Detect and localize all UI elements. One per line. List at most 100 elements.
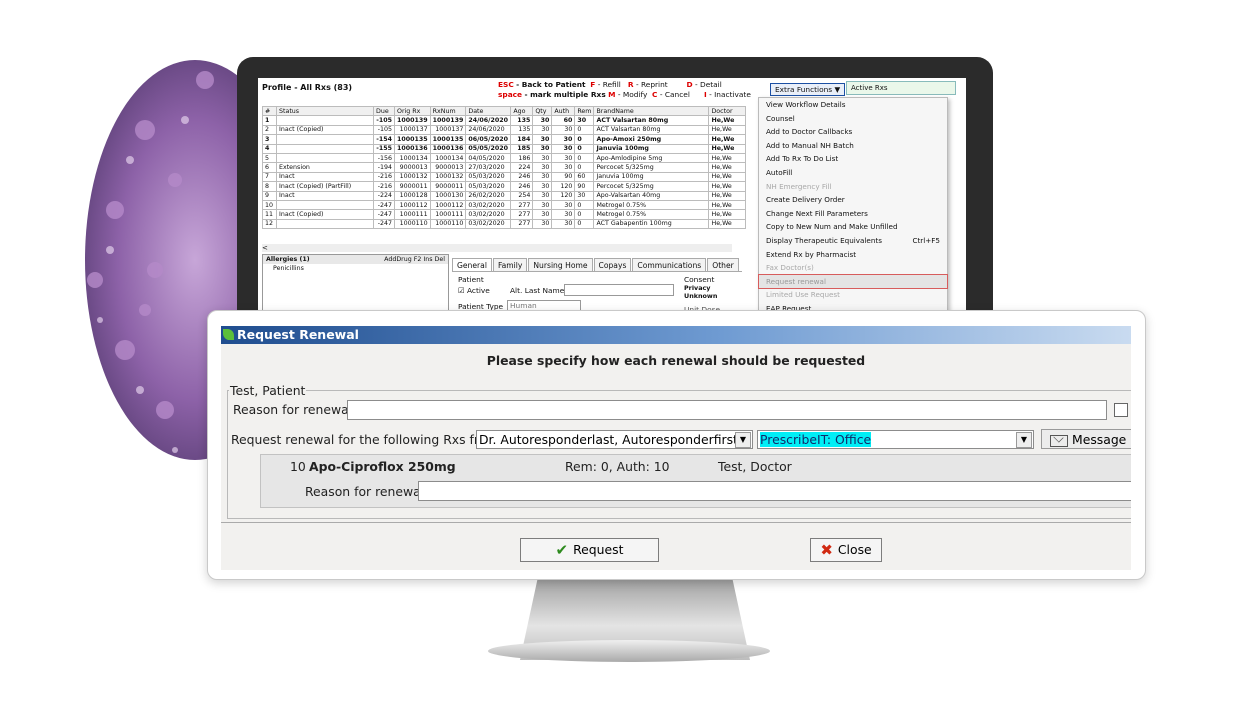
tab-general[interactable]: General <box>452 258 492 272</box>
table-cell: 26/02/2020 <box>465 190 512 201</box>
table-cell: 03/02/2020 <box>465 209 512 220</box>
menu-item[interactable]: Extend Rx by Pharmacist <box>759 248 947 262</box>
column-header[interactable]: Doctor <box>708 105 747 117</box>
reason-checkbox[interactable] <box>1114 403 1128 417</box>
table-cell: 1000132 <box>394 171 431 183</box>
menu-item-label: Extend Rx by Pharmacist <box>766 249 857 259</box>
tab-copays[interactable]: Copays <box>593 258 632 272</box>
table-cell: 0 <box>574 218 595 230</box>
table-row[interactable]: 6 Extension -194 9000013 9000013 27/03/2020 22… <box>262 162 747 173</box>
menu-item[interactable]: Change Next Fill Parameters <box>759 207 947 221</box>
table-cell: 30 <box>532 209 553 220</box>
table-cell: 30 <box>551 209 576 220</box>
active-checkbox[interactable]: ☑ Active <box>458 286 490 295</box>
table-cell: 185 <box>510 143 534 154</box>
tab-family[interactable]: Family <box>492 258 528 272</box>
column-header[interactable]: # <box>262 105 277 117</box>
table-row[interactable]: 7 Inact -216 1000132 1000132 05/03/2020 246 30 9… <box>262 171 747 183</box>
table-row[interactable]: 9 Inact -224 1000128 1000130 26/02/2020 254 30 1… <box>262 190 747 201</box>
table-row[interactable]: 10 -247 1000112 1000112 03/02/2020 277 30 30 0 Me… <box>262 199 747 211</box>
table-row[interactable]: 11 Inact (Copied) -247 1000111 1000111 03/02/… <box>262 209 747 220</box>
checkmark-icon: ✔ <box>555 541 569 559</box>
request-button[interactable]: ✔ Request <box>520 538 659 562</box>
column-header[interactable]: RxNum <box>429 105 467 117</box>
tab-nursing-home[interactable]: Nursing Home <box>528 258 593 272</box>
table-row[interactable]: 8 Inact (Copied) (PartFill) -216 9000011 900… <box>262 181 747 192</box>
rx-reason-input[interactable] <box>418 481 1131 501</box>
table-cell <box>276 115 374 126</box>
menu-item[interactable]: Display Therapeutic Equivalents Ctrl+F5 <box>759 234 947 248</box>
table-row[interactable]: 5 -156 1000134 1000134 04/05/2020 186 30 30 0 Apo… <box>262 152 747 164</box>
close-button[interactable]: ✖ Close <box>810 538 882 562</box>
table-row[interactable]: 4 -155 1000136 1000136 05/05/2020 185 30 30 0 Jan… <box>262 143 747 154</box>
table-cell: Percocet 5/325mg <box>593 181 710 192</box>
table-row[interactable]: 1 -105 1000139 1000139 24/06/2020 135 30 60 30 AC… <box>262 115 747 126</box>
menu-item[interactable]: Counsel <box>759 112 947 126</box>
table-cell: 135 <box>510 124 534 136</box>
message-button[interactable]: Message <box>1041 429 1131 449</box>
extra-functions-menu: View Workflow Details Counsel Add to Docto… <box>758 97 948 317</box>
table-cell: 1000111 <box>394 209 431 220</box>
column-header[interactable]: BrandName <box>593 105 710 117</box>
table-cell: 30 <box>551 134 576 145</box>
column-header[interactable]: Due <box>373 105 395 117</box>
column-header[interactable]: Status <box>276 105 374 117</box>
scroll-left-arrow[interactable]: < <box>262 244 268 252</box>
column-header[interactable]: Orig Rx <box>394 105 431 117</box>
table-cell: Januvia 100mg <box>593 143 710 154</box>
table-row[interactable]: 3 -154 1000135 1000135 06/05/2020 184 30 30 0 Apo… <box>262 134 747 145</box>
table-row[interactable]: 2 Inact (Copied) -105 1000137 1000137 24/06/2… <box>262 124 747 136</box>
table-cell: -156 <box>373 152 395 164</box>
table-cell: 0 <box>574 134 595 145</box>
menu-item-label: Create Delivery Order <box>766 195 845 205</box>
menu-item[interactable]: Copy to New Num and Make Unfilled <box>759 220 947 234</box>
menu-item[interactable]: Request renewal <box>758 273 948 290</box>
table-cell: 30 <box>551 218 576 230</box>
table-cell: 184 <box>510 134 534 145</box>
table-cell: 246 <box>510 171 534 183</box>
table-cell: 9000011 <box>394 181 431 192</box>
menu-item[interactable]: Limited Use Request <box>759 288 947 302</box>
request-from-label: Request renewal for the following Rxs fr… <box>231 432 499 447</box>
table-cell: He,We <box>708 115 747 126</box>
active-rxs-filter[interactable]: Active Rxs <box>846 81 956 95</box>
menu-item[interactable]: Add To Rx To Do List <box>759 152 947 166</box>
column-header[interactable]: Qty <box>532 105 553 117</box>
table-cell: 1000136 <box>429 143 467 154</box>
allergy-item[interactable]: Penicillins <box>263 264 448 273</box>
rx-number: 10 <box>290 459 306 474</box>
menu-item[interactable]: Create Delivery Order <box>759 193 947 207</box>
horizontal-scrollbar[interactable]: < <box>262 244 732 252</box>
menu-item[interactable]: Fax Doctor(s) <box>759 261 947 275</box>
tab-communications[interactable]: Communications <box>632 258 707 272</box>
table-cell: 30 <box>532 190 553 201</box>
table-cell: 0 <box>574 124 595 136</box>
menu-item[interactable]: NH Emergency Fill <box>759 180 947 194</box>
allergies-toolbar[interactable]: AddDrug F2 Ins Del <box>384 256 445 263</box>
renewal-method-select[interactable]: PrescribeIT: Office ▼ <box>757 430 1034 449</box>
menu-item[interactable]: View Workflow Details <box>759 98 947 112</box>
column-header[interactable]: Date <box>465 105 512 117</box>
chevron-down-icon[interactable]: ▼ <box>1016 432 1032 448</box>
table-cell: 254 <box>510 190 534 201</box>
chevron-down-icon[interactable]: ▼ <box>735 432 751 448</box>
column-header[interactable]: Ago <box>510 105 534 117</box>
menu-item[interactable]: AutoFill <box>759 166 947 180</box>
extra-functions-button[interactable]: Extra Functions ▼ <box>770 83 846 96</box>
doctor-select[interactable]: Dr. Autoresponderlast, Autoresponderfirs… <box>476 430 753 449</box>
tab-other[interactable]: Other <box>707 258 739 272</box>
column-header[interactable]: Auth <box>551 105 576 117</box>
reason-input[interactable] <box>347 400 1107 420</box>
menu-item-label: Limited Use Request <box>766 290 840 300</box>
table-cell: 1000139 <box>429 115 467 126</box>
alt-last-name-input[interactable] <box>564 284 674 296</box>
table-row[interactable]: 12 -247 1000110 1000110 03/02/2020 277 30 30 0 AC… <box>262 218 747 230</box>
table-cell: 1000110 <box>429 218 467 230</box>
table-cell: He,We <box>708 171 747 183</box>
menu-item[interactable]: Add to Doctor Callbacks <box>759 125 947 139</box>
space-label: - mark multiple Rxs <box>524 90 606 99</box>
table-cell: 06/05/2020 <box>465 134 512 145</box>
c-key: C <box>652 90 658 99</box>
menu-item[interactable]: Add to Manual NH Batch <box>759 139 947 153</box>
column-header[interactable]: Rem <box>574 105 595 117</box>
